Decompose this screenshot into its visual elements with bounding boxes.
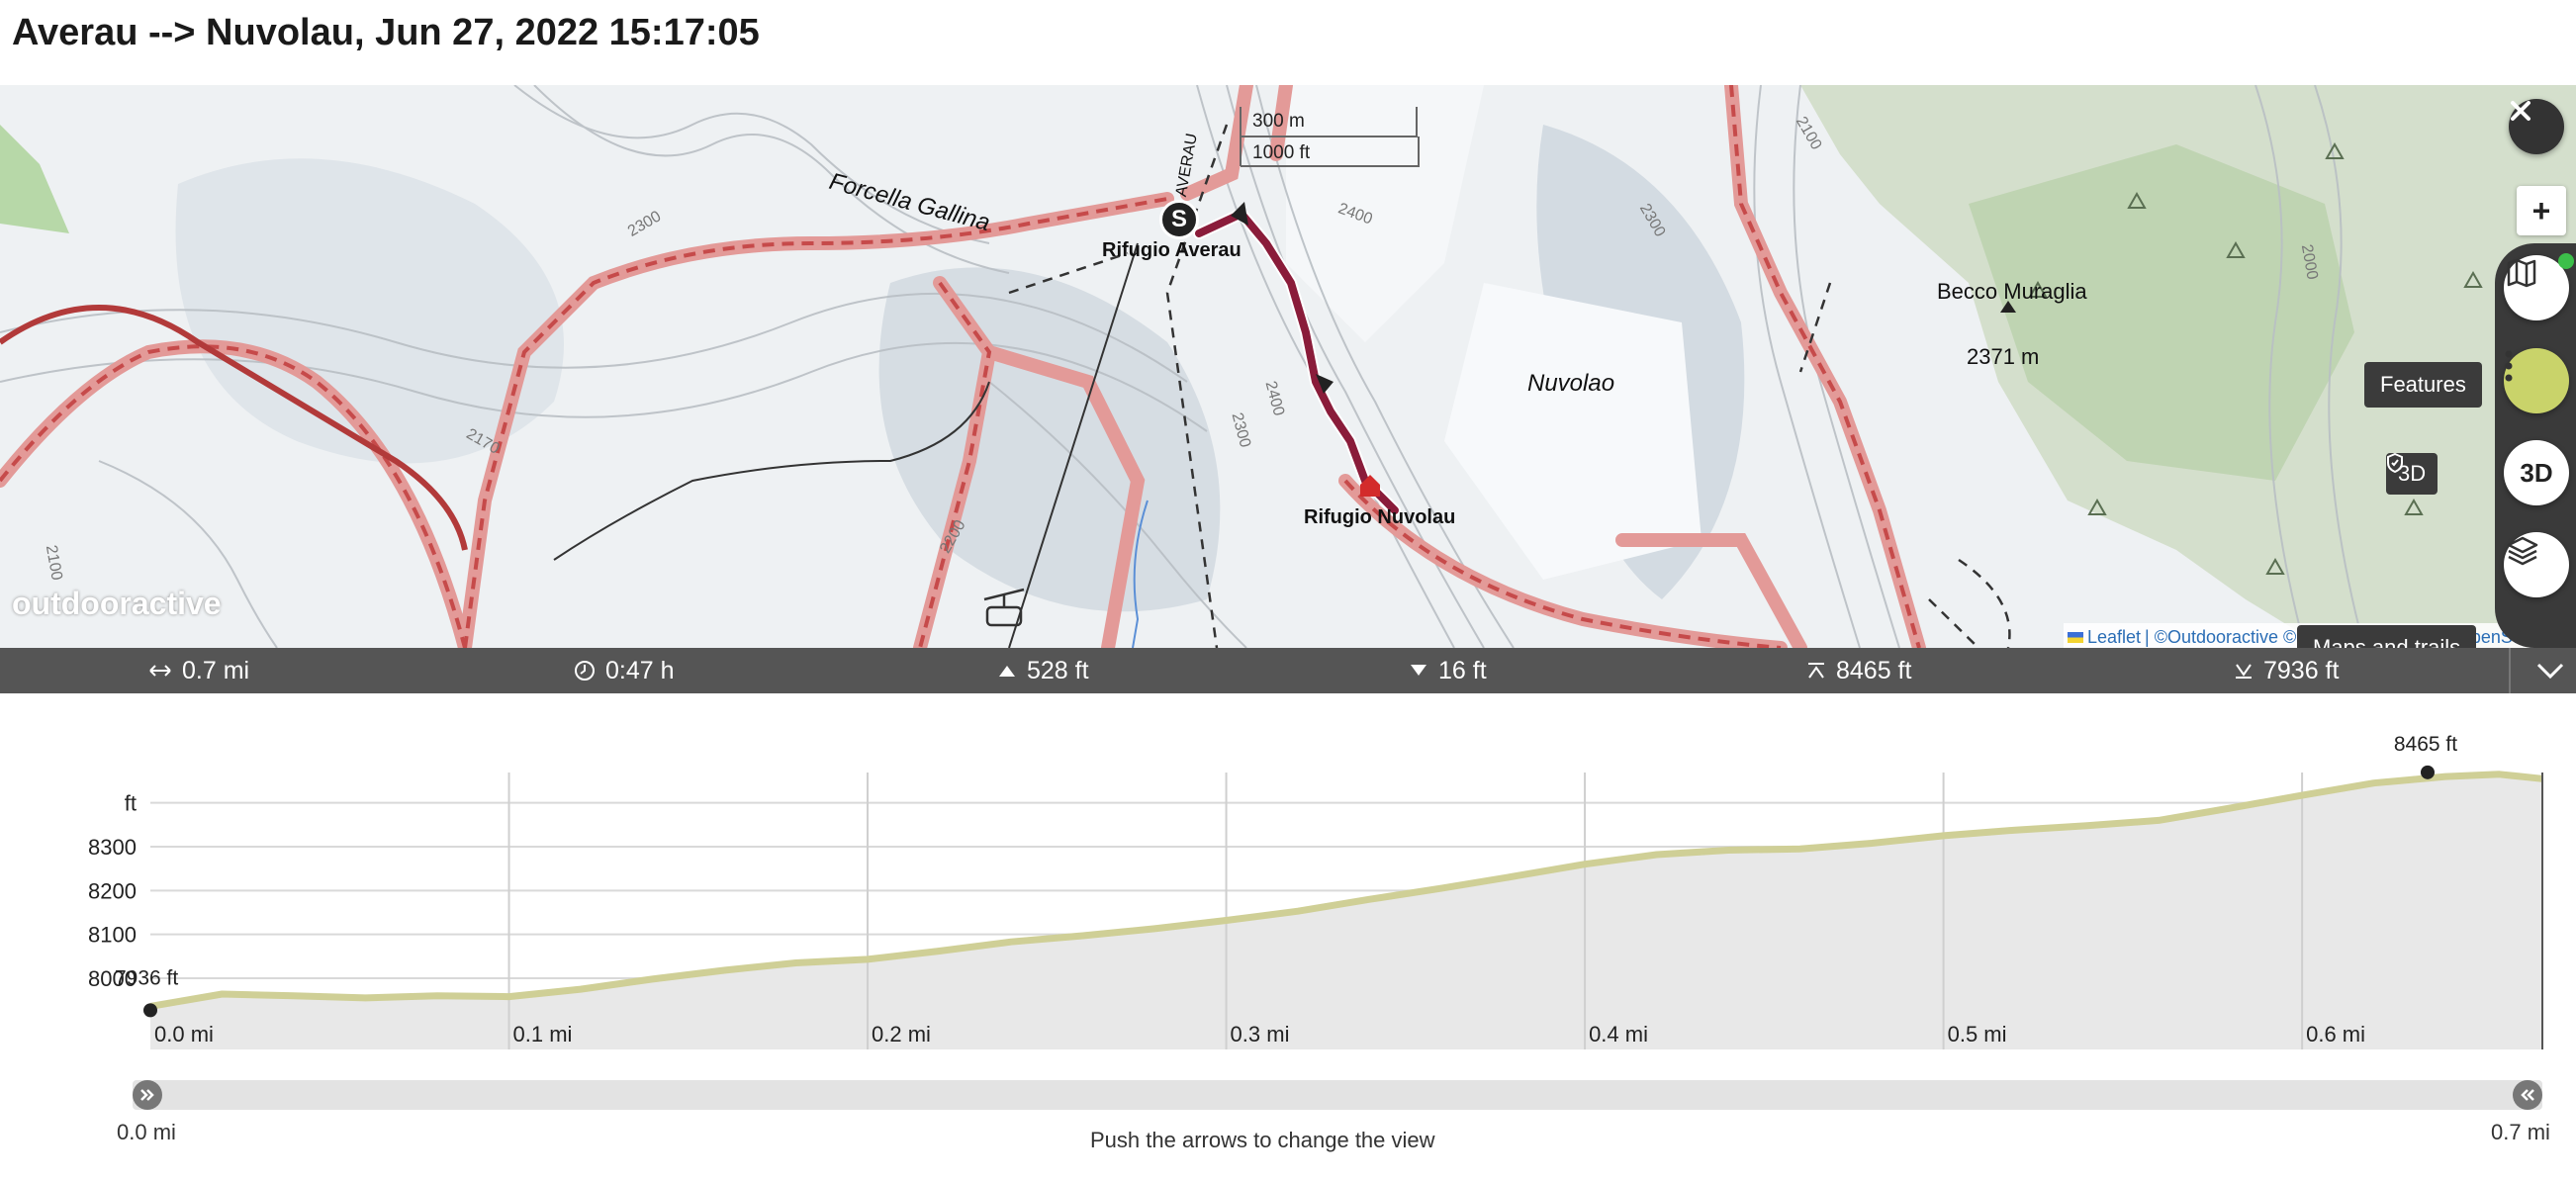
elevation-chart[interactable]: 0.0 mi 0.1 mi 0.2 mi 0.3 mi 0.4 mi 0.5 mi 0.6 … [0,693,2576,1069]
stat-duration-value: 0:47 h [605,656,675,684]
map-label-rifugio-averau: Rifugio Averau [1102,239,1242,261]
scale-metric: 300 m [1252,111,1305,132]
lowest-point-icon [2236,664,2252,679]
slider-start-label: 0.0 mi [117,1120,176,1144]
slider-left-handle[interactable] [133,1080,162,1110]
stat-duration: 0:47 h [574,648,675,693]
x-tick-label: 0.0 mi [154,1022,214,1046]
min-point-label: 7936 ft [115,966,178,989]
elevation-profile[interactable]: 0.0 mi 0.1 mi 0.2 mi 0.3 mi 0.4 mi 0.5 mi 0.6 … [0,693,2576,1069]
highest-point-icon [1808,663,1824,679]
x-tick-label: 0.2 mi [872,1022,931,1046]
range-slider[interactable] [133,1080,2542,1110]
leaflet-link[interactable]: Leaflet [2087,627,2141,648]
map-label-nuvolao: Nuvolao [1527,370,1615,397]
x-tick-label: 0.3 mi [1231,1022,1290,1046]
stat-ascent-value: 528 ft [1027,656,1089,684]
three-d-button[interactable]: 3D [2504,440,2569,505]
y-tick-label: 8300 [88,835,137,860]
scale-imperial: 1000 ft [1252,142,1311,163]
start-marker[interactable]: S [1159,200,1199,239]
max-point-marker [2420,765,2435,779]
descent-icon [1411,665,1426,676]
zoom-in-button[interactable]: + [2517,186,2566,235]
map-label-becco-elevation: 2371 m [1967,344,2040,369]
stat-descent: 16 ft [1409,648,1487,693]
stat-min-elevation: 7936 ft [2234,648,2339,693]
three-d-badge[interactable]: 3D [2386,453,2438,495]
stats-bar: 0.7 mi 0:47 h 528 ft 16 ft 8465 ft 7936 … [0,648,2576,693]
layers-icon [2507,536,2538,566]
features-button[interactable] [2504,348,2569,413]
distance-icon [149,665,171,677]
page-title: Averau --> Nuvolau, Jun 27, 2022 15:17:0… [12,12,760,53]
map-label-becco-muraglia: Becco Muraglia [1937,279,2087,304]
x-tick-label: 0.4 mi [1589,1022,1648,1046]
more-vertical-icon [2505,350,2513,382]
collapse-stats-button[interactable] [2530,656,2570,685]
close-icon [2511,101,2530,121]
outdooractive-watermark: outdooractive [12,586,222,621]
ascent-icon [999,666,1015,677]
map-view[interactable]: Forcella Gallina AVERAU Rifugio Averau R… [0,85,2576,648]
divider [2509,648,2511,693]
stat-distance: 0.7 mi [148,648,249,693]
features-label[interactable]: Features [2364,362,2482,408]
x-tick-label: 0.6 mi [2306,1022,2365,1046]
double-chevron-left-icon [2521,1089,2534,1101]
x-tick-label: 0.5 mi [1948,1022,2007,1046]
map-canvas [0,85,2576,648]
y-tick-label: 8100 [88,923,137,948]
max-point-label: 8465 ft [2394,733,2457,756]
map-label-rifugio-nuvolau: Rifugio Nuvolau [1304,506,1456,528]
stat-max-elevation-value: 8465 ft [1836,656,1912,684]
chevron-down-icon [2536,663,2564,680]
stat-min-elevation-value: 7936 ft [2263,656,2340,684]
ukraine-flag-icon [2068,631,2083,643]
map-icon [2507,258,2536,288]
double-chevron-right-icon [140,1089,154,1101]
stat-max-elevation: 8465 ft [1806,648,1911,693]
min-point-marker [143,1003,157,1018]
close-map-button[interactable] [2509,99,2564,154]
y-tick-label: 8200 [88,878,137,903]
y-axis-label: ft [125,791,137,816]
x-tick-label: 0.1 mi [513,1022,573,1046]
stat-ascent: 528 ft [997,648,1089,693]
layers-button[interactable] [2504,532,2569,597]
online-status-dot [2558,253,2574,269]
maps-and-trails-label[interactable]: Maps and trails [2297,625,2477,648]
slider-end-label: 0.7 mi [2491,1120,2550,1144]
stat-distance-value: 0.7 mi [182,656,250,684]
slider-hint: Push the arrows to change the view [1090,1128,1435,1152]
stat-descent-value: 16 ft [1438,656,1487,684]
shield-check-icon [2387,453,2403,473]
clock-icon [575,661,595,681]
slider-right-handle[interactable] [2513,1080,2542,1110]
slider-track[interactable] [133,1080,2542,1110]
